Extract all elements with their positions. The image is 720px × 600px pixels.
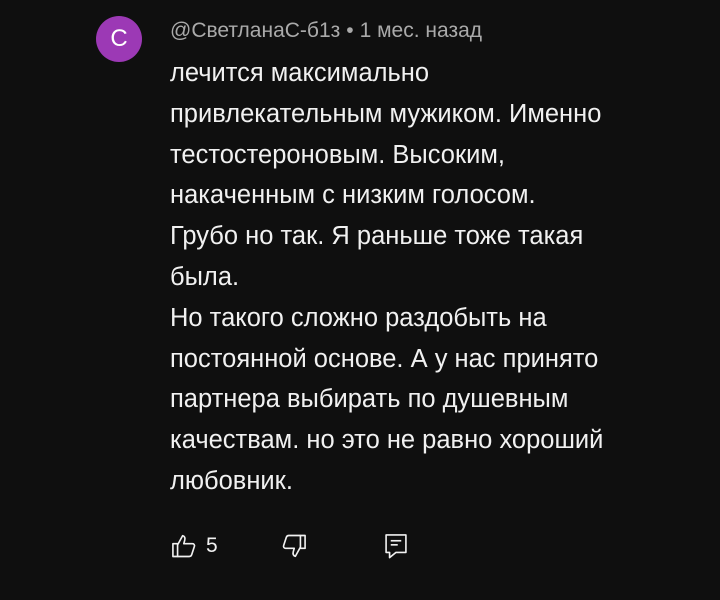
author-handle[interactable]: @СветланаС-б1з	[170, 19, 340, 43]
thumb-down-icon	[282, 534, 306, 558]
comment-line: Грубо но так. Я раньше тоже такая	[170, 222, 584, 251]
avatar-letter: С	[110, 25, 128, 52]
comment-body: лечится максимально привлекательным мужи…	[170, 53, 690, 502]
meta-separator: •	[346, 19, 354, 42]
avatar[interactable]: С	[96, 16, 142, 62]
reply-button[interactable]	[382, 526, 410, 566]
comment-line: любовник.	[170, 466, 293, 495]
reply-comment-icon	[385, 534, 407, 559]
comment-line: качествам. но это не равно хороший	[170, 426, 604, 455]
like-count: 5	[206, 534, 218, 557]
comment-line: тестостероновым. Высоким,	[170, 140, 505, 169]
comment-line: Но такого сложно раздобыть на	[170, 303, 547, 332]
dislike-button[interactable]	[280, 526, 308, 566]
comment-header: @СветланаС-б1з • 1 мес. назад	[170, 16, 482, 46]
comment-line: партнера выбирать по душевным	[170, 385, 569, 414]
comment-line: была.	[170, 262, 240, 291]
comment-line: накаченным с низким голосом.	[170, 181, 536, 210]
comment-actions: 5	[170, 526, 430, 566]
comment-timestamp[interactable]: 1 мес. назад	[360, 19, 482, 43]
comment-line: постоянной основе. А у нас принято	[170, 344, 599, 373]
like-button[interactable]: 5	[170, 526, 218, 566]
thumb-up-icon	[172, 534, 196, 558]
comment-line: лечится максимально	[170, 59, 430, 87]
comment-thread-item: С @СветланаС-б1з • 1 мес. назад лечится …	[0, 0, 720, 600]
comment-line: привлекательным мужиком. Именно	[170, 99, 602, 128]
